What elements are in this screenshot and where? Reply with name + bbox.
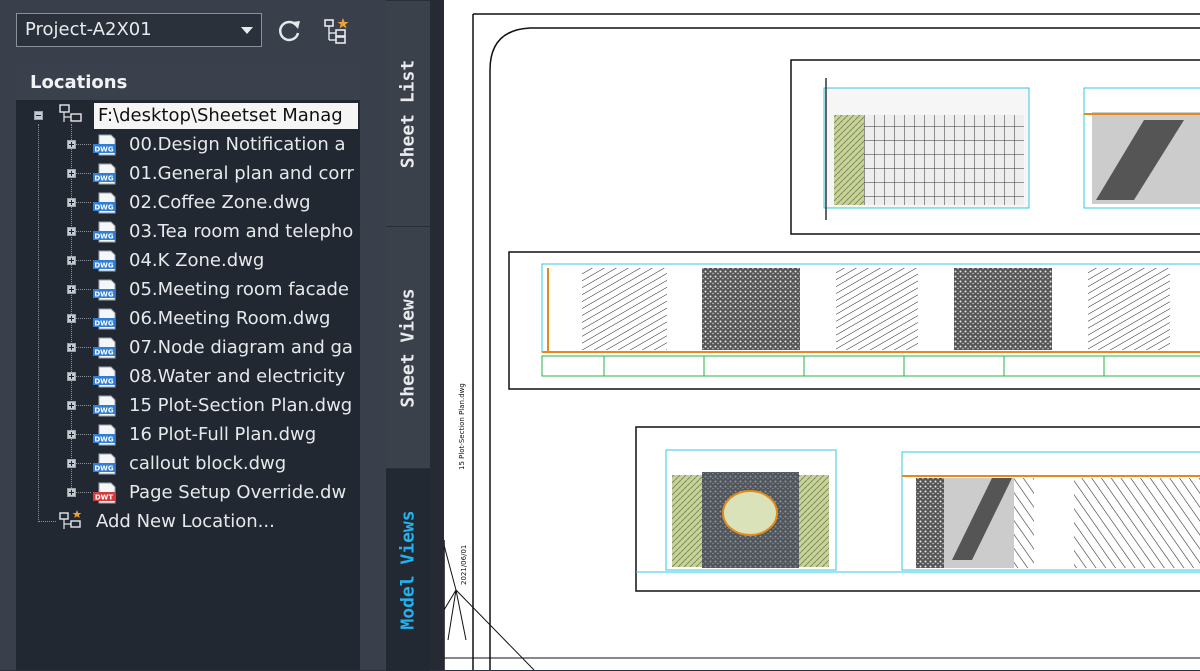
tree-file-item[interactable]: DWG 16 Plot-Full Plan.dwg <box>16 420 360 449</box>
tree-branch-line <box>38 521 56 522</box>
dwg-file-icon: DWG <box>93 221 116 243</box>
svg-text:DWG: DWG <box>94 204 114 212</box>
tree-file-item[interactable]: DWG 08.Water and electricity <box>16 362 360 391</box>
tree-file-label[interactable]: callout block.dwg <box>129 449 286 478</box>
tree-file-label[interactable]: 04.K Zone.dwg <box>129 246 264 275</box>
locations-section: Locations F:\desktop\Sheetset Manag DWG 0… <box>16 66 360 670</box>
tree-file-item[interactable]: DWG 00.Design Notification a <box>16 130 360 159</box>
add-location-icon <box>59 510 82 529</box>
svg-text:DWG: DWG <box>94 320 114 328</box>
svg-text:DWT: DWT <box>95 494 114 502</box>
expand-toggle[interactable] <box>67 401 76 410</box>
expand-toggle[interactable] <box>67 285 76 294</box>
tree-file-item[interactable]: DWG 06.Meeting Room.dwg <box>16 304 360 333</box>
add-new-location-item[interactable]: Add New Location... <box>16 507 360 536</box>
tree-file-label[interactable]: 08.Water and electricity <box>129 362 345 391</box>
tree-file-item[interactable]: DWG callout block.dwg <box>16 449 360 478</box>
tree-file-item[interactable]: DWG 02.Coffee Zone.dwg <box>16 188 360 217</box>
tree-file-label[interactable]: 02.Coffee Zone.dwg <box>129 188 311 217</box>
tab-sheet-views[interactable]: Sheet Views <box>386 226 430 469</box>
tree-file-label[interactable]: 16 Plot-Full Plan.dwg <box>129 420 316 449</box>
svg-text:DWG: DWG <box>94 233 114 241</box>
expand-toggle[interactable] <box>67 256 76 265</box>
dwg-file-icon: DWG <box>93 192 116 214</box>
chevron-down-icon[interactable] <box>241 27 253 34</box>
svg-text:DWG: DWG <box>94 146 114 154</box>
tab-model-views[interactable]: Model Views <box>386 468 430 671</box>
tab-model-views-label: Model Views <box>397 510 419 630</box>
drawing-canvas[interactable]: 15 Plot-Section Plan.dwg 2021/06/01 <box>444 0 1200 670</box>
tree-file-label[interactable]: Page Setup Override.dw <box>129 478 346 507</box>
tree-file-item[interactable]: DWT Page Setup Override.dw <box>16 478 360 507</box>
tree-file-item[interactable]: DWG 07.Node diagram and ga <box>16 333 360 362</box>
tab-sheet-views-label: Sheet Views <box>397 288 419 408</box>
tab-sheet-list-label: Sheet List <box>397 59 419 169</box>
dwg-file-icon: DWG <box>93 337 116 359</box>
panel-splitter[interactable] <box>430 0 444 670</box>
expand-toggle[interactable] <box>67 198 76 207</box>
locations-header: Locations <box>16 66 360 100</box>
tree-file-item[interactable]: DWG 15 Plot-Section Plan.dwg <box>16 391 360 420</box>
expand-toggle[interactable] <box>67 227 76 236</box>
vertical-note-2: 2021/06/01 <box>460 545 468 585</box>
tab-sheet-list[interactable]: Sheet List <box>386 0 430 227</box>
tree-file-item[interactable]: DWG 04.K Zone.dwg <box>16 246 360 275</box>
tree-file-item[interactable]: DWG 03.Tea room and telepho <box>16 217 360 246</box>
tree-file-label[interactable]: 05.Meeting room facade <box>129 275 349 304</box>
collapse-toggle[interactable] <box>34 111 43 120</box>
locations-tree[interactable]: F:\desktop\Sheetset Manag DWG 00.Design N… <box>16 100 360 670</box>
svg-text:DWG: DWG <box>94 262 114 270</box>
location-tree-icon[interactable] <box>322 16 352 46</box>
svg-text:DWG: DWG <box>94 407 114 415</box>
tree-file-label[interactable]: 06.Meeting Room.dwg <box>129 304 330 333</box>
expand-toggle[interactable] <box>67 430 76 439</box>
svg-text:DWG: DWG <box>94 436 114 444</box>
project-selector-value: Project-A2X01 <box>25 19 152 40</box>
dwt-file-icon: DWT <box>93 482 116 504</box>
dwg-file-icon: DWG <box>93 366 116 388</box>
tree-root-location[interactable]: F:\desktop\Sheetset Manag <box>16 101 360 130</box>
dwg-file-icon: DWG <box>93 250 116 272</box>
dwg-file-icon: DWG <box>93 453 116 475</box>
dwg-file-icon: DWG <box>93 308 116 330</box>
tree-file-label[interactable]: 00.Design Notification a <box>129 130 346 159</box>
drawing-svg: 15 Plot-Section Plan.dwg 2021/06/01 <box>444 13 1200 670</box>
svg-text:DWG: DWG <box>94 465 114 473</box>
tree-file-item[interactable]: DWG 01.General plan and corr <box>16 159 360 188</box>
vertical-note-1: 15 Plot-Section Plan.dwg <box>458 383 466 470</box>
svg-text:DWG: DWG <box>94 291 114 299</box>
dwg-file-icon: DWG <box>93 163 116 185</box>
dwg-file-icon: DWG <box>93 424 116 446</box>
dwg-file-icon: DWG <box>93 279 116 301</box>
expand-toggle[interactable] <box>67 372 76 381</box>
project-selector[interactable]: Project-A2X01 <box>16 13 262 47</box>
expand-toggle[interactable] <box>67 459 76 468</box>
expand-toggle[interactable] <box>67 140 76 149</box>
expand-toggle[interactable] <box>67 488 76 497</box>
expand-toggle[interactable] <box>67 343 76 352</box>
dwg-file-icon: DWG <box>93 134 116 156</box>
svg-text:DWG: DWG <box>94 175 114 183</box>
svg-text:DWG: DWG <box>94 349 114 357</box>
tree-file-label[interactable]: 03.Tea room and telepho <box>129 217 353 246</box>
tree-file-label[interactable]: 15 Plot-Section Plan.dwg <box>129 391 352 420</box>
dwg-file-icon: DWG <box>93 395 116 417</box>
root-location-label[interactable]: F:\desktop\Sheetset Manag <box>94 103 358 129</box>
side-tab-strip: Sheet List Sheet Views Model Views <box>386 0 430 671</box>
expand-toggle[interactable] <box>67 314 76 323</box>
add-new-location-label[interactable]: Add New Location... <box>96 507 275 536</box>
sheet-set-manager-panel: Project-A2X01 Locations F:\desktop\Sheet… <box>0 0 386 670</box>
tree-file-item[interactable]: DWG 05.Meeting room facade <box>16 275 360 304</box>
location-root-icon <box>59 104 82 122</box>
svg-text:DWG: DWG <box>94 378 114 386</box>
expand-toggle[interactable] <box>67 169 76 178</box>
tree-file-label[interactable]: 07.Node diagram and ga <box>129 333 353 362</box>
tree-file-label[interactable]: 01.General plan and corr <box>129 159 354 188</box>
refresh-icon[interactable] <box>274 16 304 46</box>
